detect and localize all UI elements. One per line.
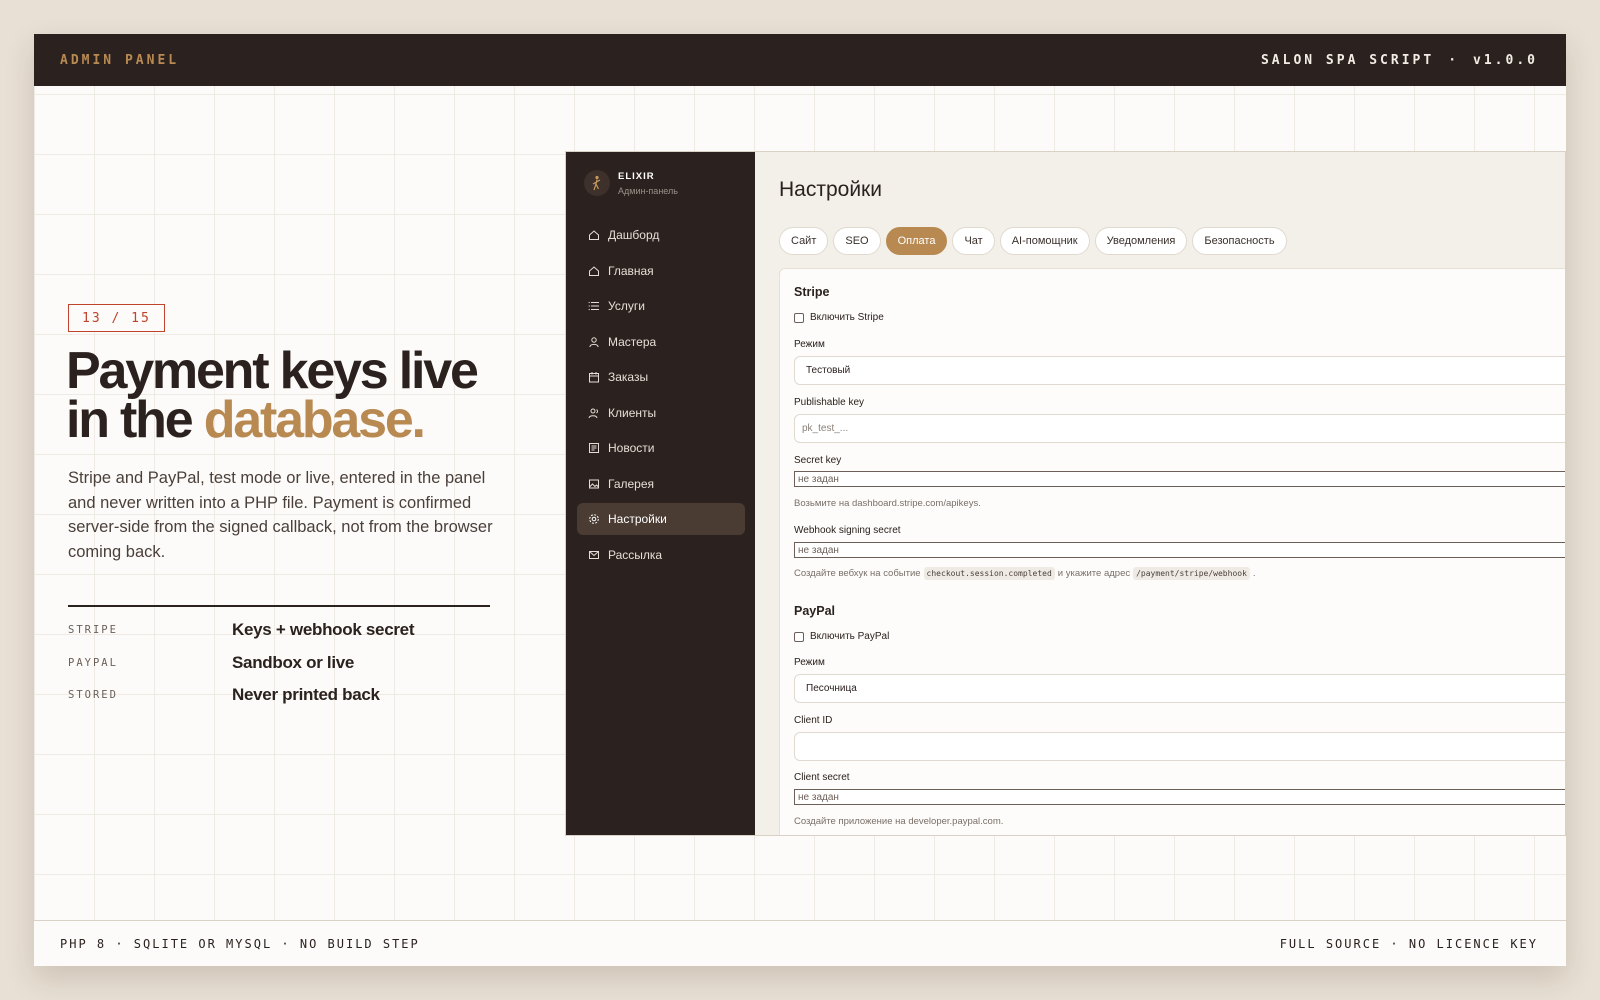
user-icon: [587, 335, 600, 348]
lead-paragraph: Stripe and PayPal, test mode or live, en…: [68, 469, 493, 561]
spec-key: PAYPAL: [68, 656, 118, 669]
webhook-hint: Создайте вебхук на событие checkout.sess…: [794, 567, 1256, 580]
main-content: Настройки Сайт SEO Оплата Чат AI-помощни…: [755, 152, 1565, 835]
sidebar-nav: Дашборд Главная Услуги Мастера Заказы Кл…: [577, 219, 745, 574]
home-icon: [587, 229, 600, 242]
sidebar-item-settings[interactable]: Настройки: [577, 503, 745, 535]
spec-value: Never printed back: [232, 685, 380, 705]
stripe-enable-checkbox[interactable]: Включить Stripe: [794, 312, 884, 323]
paypal-mode-label: Режим: [794, 657, 825, 668]
tab-payment[interactable]: Оплата: [885, 227, 948, 255]
paypal-enable-checkbox[interactable]: Включить PayPal: [794, 631, 889, 642]
section-label: ADMIN PANEL: [60, 52, 180, 68]
tab-notifications[interactable]: Уведомления: [1094, 227, 1188, 255]
client-id-input[interactable]: [794, 732, 1565, 761]
calendar-icon: [587, 371, 600, 384]
spec-list: STRIPE Keys + webhook secret PAYPAL Sand…: [68, 614, 490, 712]
settings-tabs: Сайт SEO Оплата Чат AI-помощник Уведомле…: [779, 227, 1287, 255]
top-bar: ADMIN PANEL SALON SPA SCRIPT · v1.0.0: [34, 34, 1566, 86]
brand-subtitle: Админ-панель: [618, 185, 678, 196]
users-icon: [587, 406, 600, 419]
gear-icon: [587, 513, 600, 526]
payment-settings-card: Stripe Включить Stripe Режим Тестовый Pu…: [779, 268, 1565, 835]
webhook-secret-label: Webhook signing secret: [794, 525, 901, 536]
sidebar-item-orders[interactable]: Заказы: [577, 361, 745, 393]
secret-key-label: Secret key: [794, 455, 842, 466]
client-secret-hint: Создайте приложение на developer.paypal.…: [794, 816, 1004, 827]
stripe-mode-label: Режим: [794, 339, 825, 350]
sidebar-item-mailing[interactable]: Рассылка: [577, 539, 745, 571]
sidebar-item-gallery[interactable]: Галерея: [577, 468, 745, 500]
footer: PHP 8 · SQLITE OR MYSQL · NO BUILD STEP …: [34, 920, 1566, 966]
spec-row: STORED Never printed back: [68, 679, 490, 712]
sidebar-item-clients[interactable]: Клиенты: [577, 397, 745, 429]
paypal-mode-select[interactable]: Песочница: [794, 674, 1565, 703]
image-icon: [587, 477, 600, 490]
product-label: SALON SPA SCRIPT · v1.0.0: [1260, 52, 1538, 68]
publishable-key-input[interactable]: pk_test_...: [794, 414, 1565, 443]
sidebar-item-home[interactable]: Главная: [577, 255, 745, 287]
spec-value: Sandbox or live: [232, 652, 355, 672]
client-secret-label: Client secret: [794, 772, 850, 783]
brand: ELIXIR Админ-панель: [584, 170, 678, 196]
home-icon: [587, 264, 600, 277]
secret-key-hint: Возьмите на dashboard.stripe.com/apikeys…: [794, 498, 981, 509]
sidebar-item-news[interactable]: Новости: [577, 432, 745, 464]
list-icon: [587, 300, 600, 313]
spec-row: STRIPE Keys + webhook secret: [68, 614, 490, 647]
webhook-secret-input[interactable]: не задан: [794, 542, 1565, 558]
sidebar-item-dashboard[interactable]: Дашборд: [577, 219, 745, 251]
sidebar-item-services[interactable]: Услуги: [577, 290, 745, 322]
brand-name: ELIXIR: [618, 170, 655, 182]
client-id-label: Client ID: [794, 715, 833, 726]
divider: [68, 605, 490, 607]
mail-icon: [587, 548, 600, 561]
spec-row: PAYPAL Sandbox or live: [68, 647, 490, 680]
spec-key: STRIPE: [68, 624, 118, 637]
slide: ADMIN PANEL SALON SPA SCRIPT · v1.0.0 13…: [34, 34, 1566, 966]
headline-accent: database.: [203, 391, 426, 449]
tab-site[interactable]: Сайт: [779, 227, 829, 255]
tab-chat[interactable]: Чат: [952, 227, 995, 255]
newspaper-icon: [587, 442, 600, 455]
publishable-key-label: Publishable key: [794, 397, 865, 408]
stripe-section-title: Stripe: [794, 285, 830, 299]
footer-license: FULL SOURCE · NO LICENCE KEY: [1279, 936, 1538, 951]
headline: Payment keys live in the database.: [66, 342, 479, 449]
page-title: Настройки: [779, 178, 882, 201]
stripe-mode-select[interactable]: Тестовый: [794, 356, 1565, 385]
checkbox-box[interactable]: [794, 631, 804, 642]
tab-ai-assistant[interactable]: AI-помощник: [999, 227, 1090, 255]
tab-security[interactable]: Безопасность: [1192, 227, 1287, 255]
checkbox-box[interactable]: [794, 312, 804, 323]
event-code: checkout.session.completed: [923, 567, 1055, 580]
dancer-icon: [584, 170, 610, 196]
tab-seo[interactable]: SEO: [833, 227, 881, 255]
client-secret-input[interactable]: не задан: [794, 789, 1565, 805]
sidebar: ELIXIR Админ-панель Дашборд Главная Услу…: [566, 152, 755, 835]
admin-screenshot: ELIXIR Админ-панель Дашборд Главная Услу…: [565, 151, 1566, 836]
paypal-section-title: PayPal: [794, 604, 836, 618]
footer-tech: PHP 8 · SQLITE OR MYSQL · NO BUILD STEP: [60, 936, 420, 951]
secret-key-input[interactable]: не задан: [794, 471, 1565, 487]
url-code: /payment/stripe/webhook: [1133, 567, 1250, 580]
slide-counter: 13 / 15: [68, 304, 165, 332]
spec-value: Keys + webhook secret: [232, 620, 415, 640]
spec-key: STORED: [68, 689, 118, 702]
sidebar-item-masters[interactable]: Мастера: [577, 326, 745, 358]
